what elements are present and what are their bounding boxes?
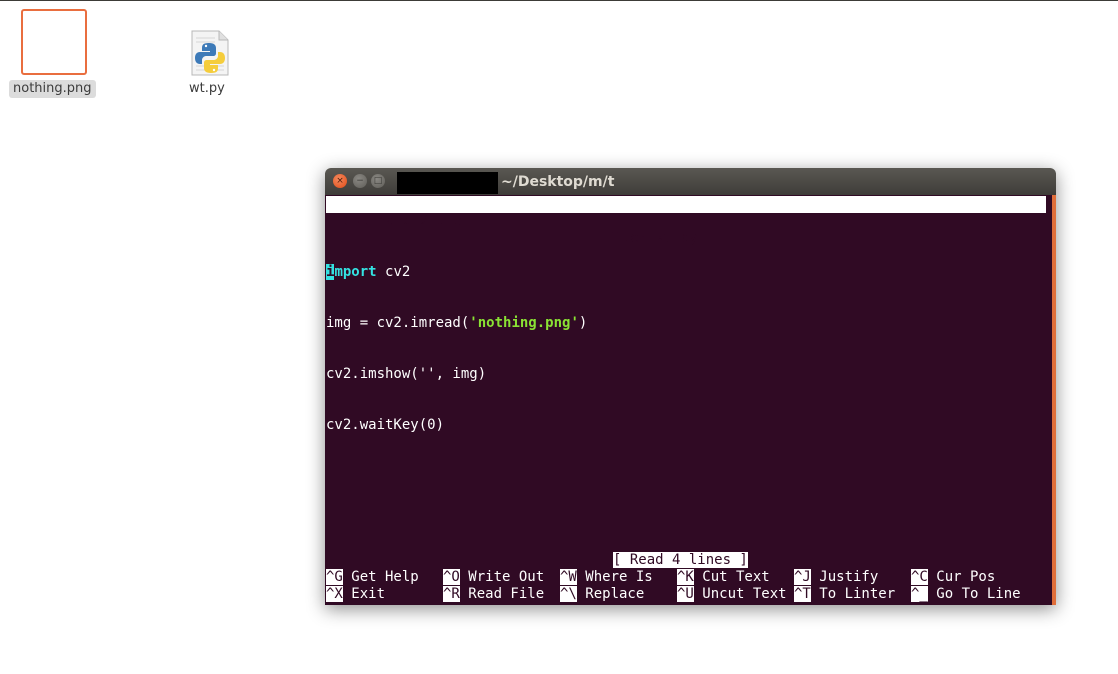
terminal-scrollbar[interactable] bbox=[1052, 195, 1056, 605]
shortcut-label: Uncut Text bbox=[693, 586, 787, 602]
nano-version: GNU nano 2.5.3 bbox=[344, 213, 463, 229]
shortcut-key: ^U bbox=[677, 586, 694, 602]
nano-header-bar: GNU nano 2.5.3 File: wt.py bbox=[326, 196, 1046, 246]
shortcut-label: Justify bbox=[810, 569, 879, 585]
terminal-screen[interactable]: GNU nano 2.5.3 File: wt.py import cv2 im… bbox=[325, 195, 1056, 605]
minimize-icon: − bbox=[356, 176, 364, 186]
shortcut-label: Replace bbox=[576, 586, 645, 602]
shortcut-key: ^O bbox=[443, 569, 460, 585]
shortcut-label: Write Out bbox=[459, 569, 545, 585]
shortcut-write-out[interactable]: ^O Write Out bbox=[443, 569, 544, 586]
shortcut-key: ^W bbox=[560, 569, 577, 585]
desktop-icon-label[interactable]: nothing.png bbox=[9, 80, 96, 98]
shortcut-get-help[interactable]: ^G Get Help bbox=[326, 569, 419, 586]
shortcut-key: ^_ bbox=[911, 586, 928, 602]
shortcut-justify[interactable]: ^J Justify bbox=[794, 569, 878, 586]
nano-status-message: [ Read 4 lines ] bbox=[613, 552, 748, 568]
shortcut-key: ^X bbox=[326, 586, 343, 602]
string-token: 'nothing.png' bbox=[469, 315, 579, 331]
top-panel-edge bbox=[0, 0, 1118, 1]
shortcut-cut-text[interactable]: ^K Cut Text bbox=[677, 569, 770, 586]
nano-filename: File: wt.py bbox=[605, 230, 698, 246]
close-window-button[interactable]: × bbox=[333, 174, 347, 188]
shortcut-label: Read File bbox=[459, 586, 545, 602]
shortcut-to-linter[interactable]: ^T To Linter bbox=[794, 586, 895, 603]
shortcut-cur-pos[interactable]: ^C Cur Pos bbox=[911, 569, 995, 586]
shortcut-label: Cur Pos bbox=[927, 569, 996, 585]
shortcut-label: Get Help bbox=[342, 569, 419, 585]
image-file-icon[interactable] bbox=[21, 9, 87, 75]
editor-buffer[interactable]: import cv2 img = cv2.imread('nothing.png… bbox=[326, 230, 587, 468]
desktop-icon-label[interactable]: wt.py bbox=[189, 80, 225, 98]
shortcut-key: ^\ bbox=[560, 586, 577, 602]
shortcut-go-to-line[interactable]: ^_ Go To Line bbox=[911, 586, 1021, 603]
python-file-icon[interactable] bbox=[191, 30, 229, 76]
redacted-title-region bbox=[397, 172, 498, 194]
shortcut-exit[interactable]: ^X Exit bbox=[326, 586, 385, 603]
minimize-window-button[interactable]: − bbox=[353, 174, 367, 188]
shortcut-label: To Linter bbox=[810, 586, 896, 602]
shortcut-label: Go To Line bbox=[927, 586, 1021, 602]
shortcut-key: ^T bbox=[794, 586, 811, 602]
shortcut-read-file[interactable]: ^R Read File bbox=[443, 586, 544, 603]
shortcut-label: Cut Text bbox=[693, 569, 770, 585]
keyword-token: mport bbox=[334, 264, 377, 280]
code-text: img = cv2.imread( bbox=[326, 315, 470, 331]
shortcut-key: ^G bbox=[326, 569, 343, 585]
code-text: cv2 bbox=[376, 264, 411, 280]
maximize-icon: □ bbox=[373, 176, 383, 186]
terminal-window[interactable]: × − □ ~/Desktop/m/t GNU nano 2.5.3 File:… bbox=[325, 168, 1056, 605]
shortcut-label: Where Is bbox=[576, 569, 653, 585]
maximize-window-button[interactable]: □ bbox=[371, 174, 385, 188]
code-line-1: import cv2 bbox=[326, 264, 587, 281]
shortcut-label: Exit bbox=[342, 586, 386, 602]
shortcut-key: ^C bbox=[911, 569, 928, 585]
code-line-2: img = cv2.imread('nothing.png') bbox=[326, 315, 587, 332]
window-title: ~/Desktop/m/t bbox=[501, 174, 615, 190]
close-icon: × bbox=[336, 176, 344, 186]
shortcut-key: ^K bbox=[677, 569, 694, 585]
shortcut-uncut-text[interactable]: ^U Uncut Text bbox=[677, 586, 787, 603]
code-text: ) bbox=[578, 315, 588, 331]
window-titlebar[interactable]: × − □ ~/Desktop/m/t bbox=[325, 168, 1056, 195]
code-line-3: cv2.imshow('', img) bbox=[326, 366, 487, 382]
shortcut-where-is[interactable]: ^W Where Is bbox=[560, 569, 653, 586]
shortcut-replace[interactable]: ^\ Replace bbox=[560, 586, 644, 603]
shortcut-key: ^R bbox=[443, 586, 460, 602]
code-line-4: cv2.waitKey(0) bbox=[326, 417, 445, 433]
shortcut-key: ^J bbox=[794, 569, 811, 585]
